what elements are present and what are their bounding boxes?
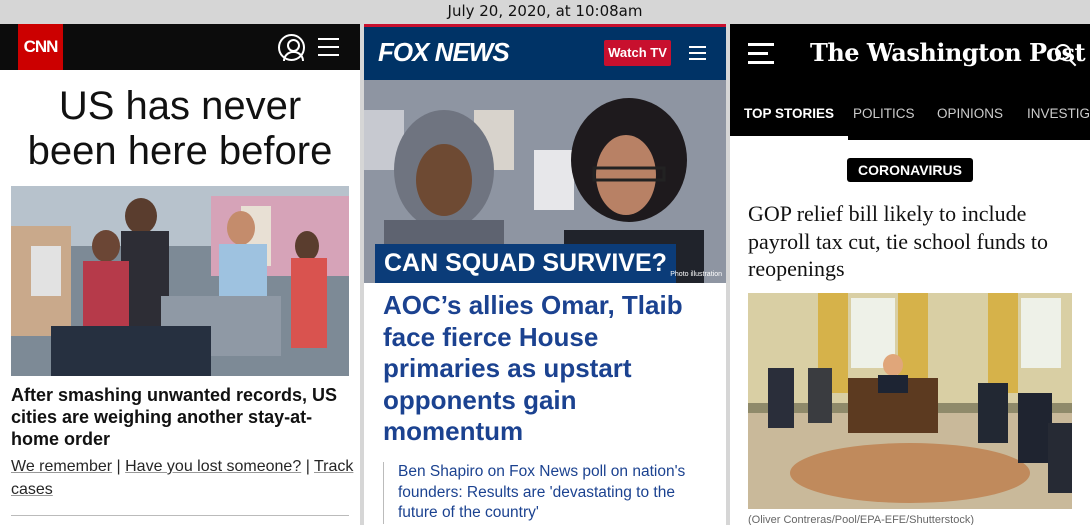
fox-story-photo[interactable]: CAN SQUAD SURVIVE? Photo illustration <box>364 80 726 283</box>
fox-panel: FOX NEWS Watch TV CAN SQUAD SURVIVE? Pho… <box>364 24 726 525</box>
cnn-panel: CNN US has never been here before After … <box>0 24 360 525</box>
hamburger-menu-icon[interactable] <box>748 43 774 65</box>
cnn-headline-line: US has never <box>58 84 302 128</box>
fox-main-headline[interactable]: AOC’s allies Omar, Tlaib face fierce Hou… <box>383 290 713 448</box>
washington-post-logo[interactable]: The Washington Post <box>810 38 1086 67</box>
divider <box>11 515 349 516</box>
shoppers-photo <box>11 186 349 376</box>
timestamp-bar: July 20, 2020, at 10:08am <box>0 0 1090 24</box>
tab-investigations[interactable]: INVESTIGA <box>1027 98 1090 140</box>
oval-office-photo <box>748 293 1072 509</box>
wapo-main-headline[interactable]: GOP relief bill likely to include payrol… <box>748 200 1086 283</box>
photo-banner: CAN SQUAD SURVIVE? <box>375 244 676 283</box>
wapo-header: The Washington Post TOP STORIES POLITICS… <box>730 24 1090 140</box>
hamburger-menu-icon[interactable] <box>689 46 706 60</box>
wapo-story-photo[interactable] <box>748 293 1072 509</box>
cnn-header: CNN <box>0 24 360 70</box>
search-icon[interactable] <box>1055 44 1071 60</box>
user-account-icon[interactable] <box>278 34 305 61</box>
link-have-you-lost-someone[interactable]: Have you lost someone? <box>125 458 301 475</box>
watch-tv-button[interactable]: Watch TV <box>604 40 671 66</box>
tab-opinions[interactable]: OPINIONS <box>937 98 1003 140</box>
cnn-logo[interactable]: CNN <box>18 24 63 70</box>
fox-header: FOX NEWS Watch TV <box>364 24 726 80</box>
section-kicker[interactable]: CORONAVIRUS <box>847 158 973 182</box>
fox-news-logo[interactable]: FOX NEWS <box>378 37 510 68</box>
cnn-main-headline[interactable]: US has never been here before <box>0 84 360 174</box>
hamburger-menu-icon[interactable] <box>318 38 339 56</box>
cnn-story-headline[interactable]: After smashing unwanted records, US citi… <box>11 384 351 450</box>
cnn-related-links: We remember | Have you lost someone? | T… <box>11 455 356 501</box>
tab-politics[interactable]: POLITICS <box>853 98 915 140</box>
wapo-panel: The Washington Post TOP STORIES POLITICS… <box>730 24 1090 525</box>
link-we-remember[interactable]: We remember <box>11 458 112 475</box>
link-separator: | <box>305 458 310 475</box>
cnn-story-photo[interactable] <box>11 186 349 376</box>
tab-top-stories[interactable]: TOP STORIES <box>730 98 849 140</box>
link-separator: | <box>116 458 121 475</box>
photo-credit: Photo illustration <box>670 271 722 278</box>
cnn-headline-line: been here before <box>27 129 333 173</box>
section-tabs: TOP STORIES POLITICS OPINIONS INVESTIGA <box>730 98 1090 140</box>
fox-related-story[interactable]: Ben Shapiro on Fox News poll on nation's… <box>383 462 708 524</box>
photo-credit: (Oliver Contreras/Pool/EPA-EFE/Shutterst… <box>748 514 974 525</box>
